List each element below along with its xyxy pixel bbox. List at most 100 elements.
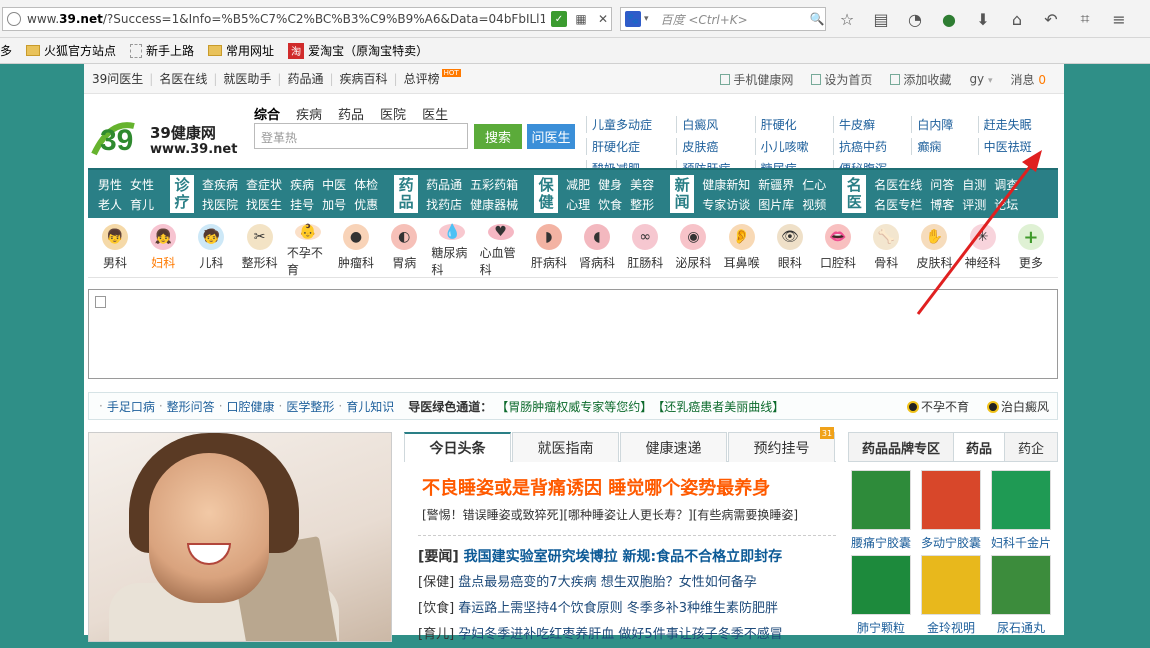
category-link[interactable]: 心理 [566,196,590,213]
department-neurology[interactable]: ✳ 神经科 [962,220,1004,277]
category-link[interactable]: 调查 [994,176,1018,193]
category-link[interactable]: 饮食 [598,196,622,213]
quick-link[interactable]: 整形问答 [167,398,215,415]
tab-drugs[interactable]: 药品 [953,433,1005,461]
category-link[interactable]: 整形 [630,196,654,213]
download-icon[interactable]: ⬇ [972,8,994,30]
department-diabetes[interactable]: 💧 糖尿病科 [431,220,473,277]
department-infertility[interactable]: 👶 不孕不育 [287,220,329,277]
category-link[interactable]: 专家访谈 [702,196,750,213]
set-home-link[interactable]: 设为首页 [811,71,872,88]
headline-sublinks[interactable]: [警惕！错误睡姿或致猝死][哪种睡姿让人更长寿？][有些病需要换睡姿] [422,506,836,523]
bookmark-item[interactable]: 淘爱淘宝（原淘宝特卖） [288,42,428,59]
department-eye[interactable]: 👁 眼科 [769,220,811,277]
category-link[interactable]: 美容 [630,176,654,193]
tab-medical-guide[interactable]: 就医指南 [512,432,619,462]
close-icon[interactable]: ✕ [595,11,611,27]
department-liver[interactable]: ◗ 肝病科 [528,220,570,277]
hot-link[interactable]: 小儿咳嗽 [754,138,833,155]
bookmark-item[interactable]: 常用网址 [208,42,274,59]
headline[interactable]: 不良睡姿或是背痛诱因 睡觉哪个姿势最养身 [422,474,836,500]
department-cardiology[interactable]: ♥ 心血管科 [480,220,522,277]
department-plastic[interactable]: ✂ 整形科 [239,220,281,277]
topnav-link[interactable]: 药品通 [287,70,323,87]
green-channel-link[interactable]: 【还乳癌患者美丽曲线】 [652,398,784,415]
category-link[interactable]: 仁心 [802,176,826,193]
department-dental[interactable]: 👄 口腔科 [817,220,859,277]
quick-link[interactable]: 育儿知识 [346,398,394,415]
category-link[interactable]: 查疾病 [202,176,238,193]
category-link[interactable]: 药品通 [426,176,462,193]
bookmark-item[interactable]: 多 [0,42,12,59]
department-stomach[interactable]: ◐ 胃病 [383,220,425,277]
star-icon[interactable]: ☆ [836,8,858,30]
bookmark-item[interactable]: 火狐官方站点 [26,42,116,59]
hot-link[interactable]: 抗癌中药 [832,138,911,155]
tab-health-express[interactable]: 健康速递 [620,432,727,462]
category-link[interactable]: 女性 [130,176,154,193]
category-link[interactable]: 找医生 [246,196,282,213]
category-link[interactable]: 论坛 [994,196,1018,213]
qq-consult-link[interactable]: 治白癜风 [986,398,1049,415]
featured-photo[interactable] [88,432,392,642]
department-ent[interactable]: 👂 耳鼻喉 [721,220,763,277]
magnifier-icon[interactable]: 🔍 [809,11,825,27]
tab-headlines[interactable]: 今日头条 [404,432,511,462]
hot-link[interactable]: 中医祛斑 [977,138,1056,155]
department-gynecology[interactable]: 👧 妇科 [142,220,184,277]
palette-icon[interactable]: ◔ [904,8,926,30]
category-link[interactable]: 名医专栏 [874,196,922,213]
news-item[interactable]: [饮食] 春运路上需坚持4个饮食原则 冬季多补3种维生素防肥胖 [418,596,836,622]
crop-icon[interactable]: ⌗ [1074,8,1096,30]
hot-link[interactable]: 肝硬化 [754,116,833,133]
category-link[interactable]: 视频 [802,196,826,213]
news-item[interactable]: [育儿] 孕妇冬季进补吃红枣养肝血 做好5件事让孩子冬季不感冒 [418,622,836,648]
add-favorite-link[interactable]: 添加收藏 [890,71,951,88]
hot-link[interactable]: 白癜风 [676,116,754,133]
category-link[interactable]: 新疆界 [758,176,794,193]
hot-link[interactable]: 白内障 [911,116,977,133]
department-anorectal[interactable]: ∞ 肛肠科 [624,220,666,277]
hot-link[interactable]: 癫痫 [911,138,977,155]
department-orthopedics[interactable]: 🦴 骨科 [865,220,907,277]
hot-link[interactable]: 牛皮癣 [832,116,911,133]
chevron-down-icon[interactable]: ▾ [644,14,649,24]
category-link[interactable]: 查症状 [246,176,282,193]
product-item[interactable]: 妇科千金片 [988,470,1054,551]
menu-icon[interactable]: ≡ [1108,8,1130,30]
category-link[interactable]: 加号 [322,196,346,213]
hot-link[interactable]: 皮肤癌 [676,138,754,155]
department-male[interactable]: 👦 男科 [94,220,136,277]
green-channel-link[interactable]: 【胃肠肿瘤权威专家等您约】 [496,398,652,415]
extension-icon[interactable]: ● [938,8,960,30]
product-item[interactable]: 金玲视明 [918,555,984,636]
hot-link[interactable]: 儿童多动症 [586,116,676,133]
category-link[interactable]: 五彩药箱 [470,176,518,193]
search-button[interactable]: 搜索 [474,124,522,149]
department-more[interactable]: + 更多 [1010,220,1052,277]
category-link[interactable]: 博客 [930,196,954,213]
url-text[interactable]: www.39.net/?Success=1&Info=%B5%C7%C2%BC%… [27,12,545,26]
hot-link[interactable]: 赶走失眠 [977,116,1056,133]
home-icon[interactable]: ⌂ [1006,8,1028,30]
tab-disease[interactable]: 疾病 [296,104,322,125]
category-link[interactable]: 育儿 [130,196,154,213]
baidu-icon[interactable]: 🐾 [625,11,641,27]
back-icon[interactable]: ↶ [1040,8,1062,30]
category-link[interactable]: 名医在线 [874,176,922,193]
message-link[interactable]: 消息 0 [1011,71,1046,88]
bookmark-item[interactable]: 新手上路 [130,42,194,59]
quick-link[interactable]: 口腔健康 [227,398,275,415]
tab-companies[interactable]: 药企 [1005,433,1057,461]
product-item[interactable]: 腰痛宁胶囊 [848,470,914,551]
hot-link[interactable]: 肝硬化症 [586,138,676,155]
category-link[interactable]: 优惠 [354,196,378,213]
news-item[interactable]: [保健] 盘点最易癌变的7大疾病 想生双胞胎？女性如何备孕 [418,570,836,596]
category-link[interactable]: 找药店 [426,196,462,213]
category-link[interactable]: 减肥 [566,176,590,193]
qrcode-icon[interactable]: ▦ [573,11,589,27]
topnav-link[interactable]: 名医在线 [159,70,207,87]
shield-icon[interactable]: ✓ [551,11,567,27]
qq-consult-link[interactable]: 不孕不育 [906,398,969,415]
product-item[interactable]: 尿石通丸 [988,555,1054,636]
